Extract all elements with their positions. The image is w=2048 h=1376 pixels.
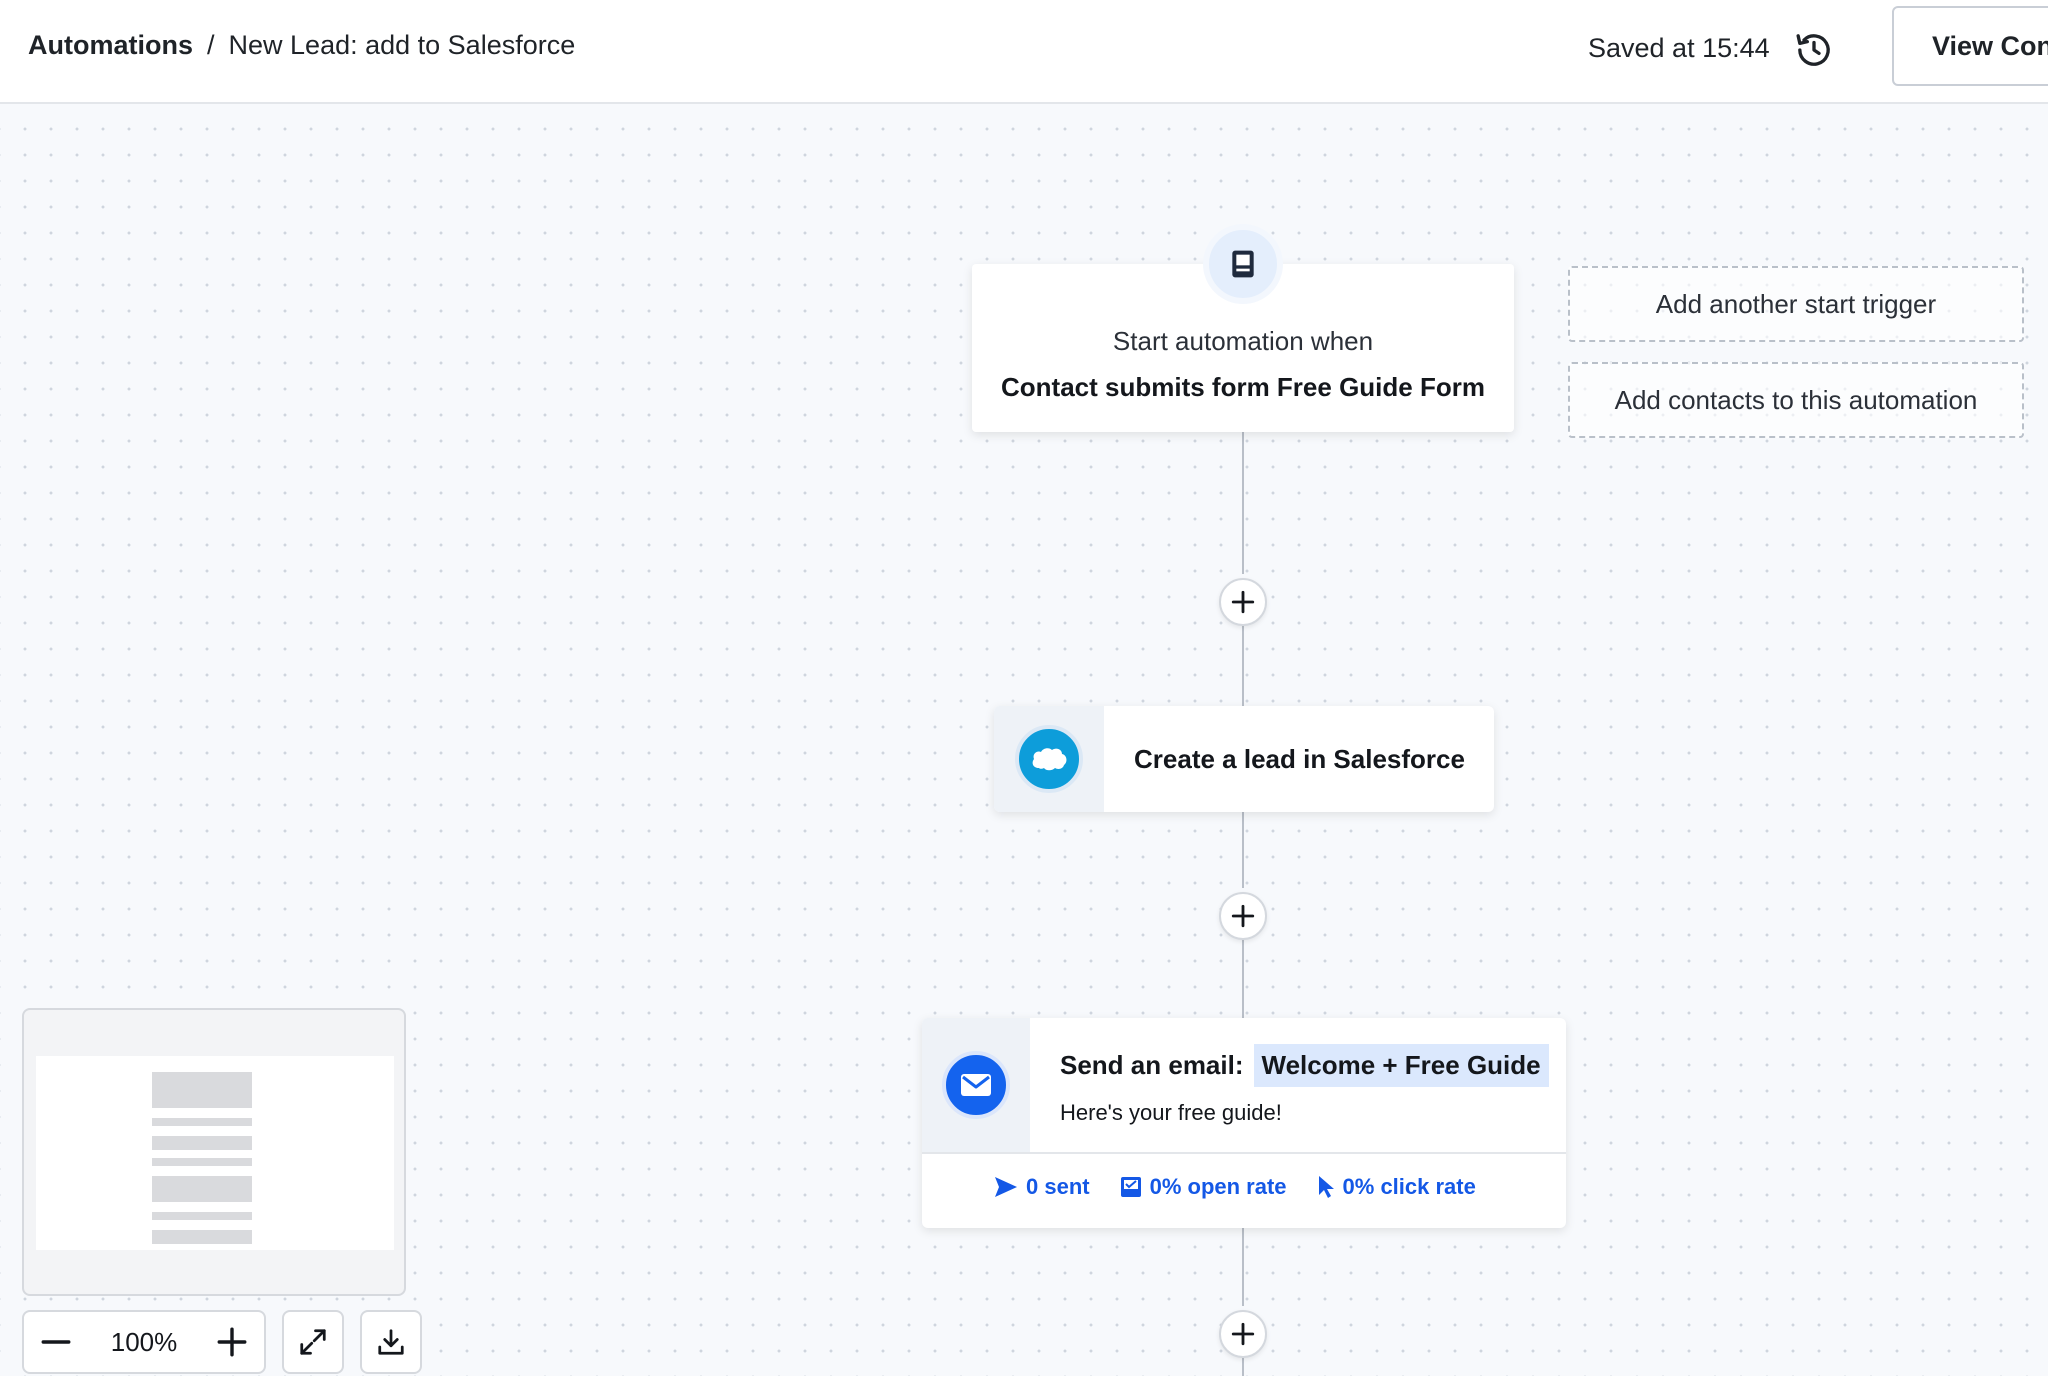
minimap-node [152, 1176, 252, 1202]
plus-icon [1231, 904, 1255, 928]
add-contacts-button[interactable]: Add contacts to this automation [1568, 362, 2024, 438]
sent-count: 0 sent [1026, 1174, 1090, 1199]
salesforce-step-card[interactable]: Create a lead in Salesforce [994, 706, 1494, 812]
plus-icon [1231, 1322, 1255, 1346]
click-rate-stat[interactable]: 0% click rate [1317, 1174, 1476, 1200]
minimap-node [152, 1212, 252, 1220]
add-step-button[interactable] [1219, 1310, 1267, 1358]
trigger-title: Contact submits form Free Guide Form [1001, 372, 1485, 402]
history-icon[interactable] [1792, 28, 1836, 72]
top-bar: Automations / New Lead: add to Salesforc… [0, 0, 2048, 104]
minimap-node [152, 1118, 252, 1126]
email-title-prefix: Send an email: [1060, 1050, 1244, 1080]
form-icon [1203, 224, 1283, 304]
sent-stat[interactable]: 0 sent [994, 1174, 1090, 1200]
add-start-trigger-button[interactable]: Add another start trigger [1568, 266, 2024, 342]
view-contacts-button[interactable]: View Con [1892, 6, 2048, 86]
connector-line [1242, 626, 1244, 706]
download-button[interactable] [360, 1310, 422, 1374]
email-stats: 0 sent 0% open rate 0% click rate [994, 1174, 1506, 1200]
minimap-node [152, 1136, 252, 1150]
zoom-level: 100% [110, 1326, 178, 1357]
mail-icon [942, 1051, 1010, 1119]
breadcrumb: Automations / New Lead: add to Salesforc… [28, 30, 575, 61]
download-icon [378, 1329, 404, 1355]
divider [922, 1152, 1566, 1154]
minus-icon [41, 1340, 71, 1344]
zoom-controls: 100% [22, 1310, 266, 1374]
minimap-node [152, 1072, 252, 1108]
plus-icon [217, 1327, 247, 1357]
automation-title: New Lead: add to Salesforce [228, 30, 576, 60]
zoom-in-button[interactable] [212, 1322, 252, 1362]
fit-to-screen-button[interactable] [282, 1310, 344, 1374]
add-step-button[interactable] [1219, 892, 1267, 940]
expand-icon [300, 1329, 326, 1355]
click-rate: 0% click rate [1342, 1174, 1476, 1199]
salesforce-icon-panel [994, 706, 1104, 812]
saved-status: Saved at 15:44 [1588, 33, 1770, 63]
minimap-node [152, 1230, 252, 1244]
email-step-title: Send an email: Welcome + Free Guide [1060, 1044, 1549, 1087]
salesforce-icon [1015, 725, 1083, 793]
zoom-out-button[interactable] [36, 1322, 76, 1362]
breadcrumb-separator: / [207, 30, 215, 60]
minimap-node [152, 1158, 252, 1166]
add-step-button[interactable] [1219, 578, 1267, 626]
send-icon [995, 1177, 1017, 1197]
open-mail-icon [1120, 1177, 1141, 1197]
open-rate-stat[interactable]: 0% open rate [1120, 1174, 1287, 1200]
connector-line [1242, 940, 1244, 1018]
connector-line [1242, 812, 1244, 888]
connector-line [1242, 1228, 1244, 1306]
salesforce-step-label: Create a lead in Salesforce [1134, 744, 1465, 774]
cursor-icon [1318, 1176, 1334, 1198]
minimap[interactable] [22, 1008, 406, 1296]
email-name-link[interactable]: Welcome + Free Guide [1253, 1044, 1549, 1087]
email-step-card[interactable]: Send an email: Welcome + Free Guide Here… [922, 1018, 1566, 1228]
trigger-subtitle: Start automation when [1112, 326, 1374, 356]
email-subject: Here's your free guide! [1060, 1100, 1282, 1125]
connector-line [1242, 432, 1244, 574]
breadcrumb-automations-link[interactable]: Automations [28, 30, 193, 61]
plus-icon [1231, 590, 1255, 614]
email-icon-panel [922, 1018, 1030, 1152]
minimap-viewport [36, 1056, 394, 1250]
connector-line [1242, 1358, 1244, 1376]
open-rate: 0% open rate [1149, 1174, 1287, 1199]
